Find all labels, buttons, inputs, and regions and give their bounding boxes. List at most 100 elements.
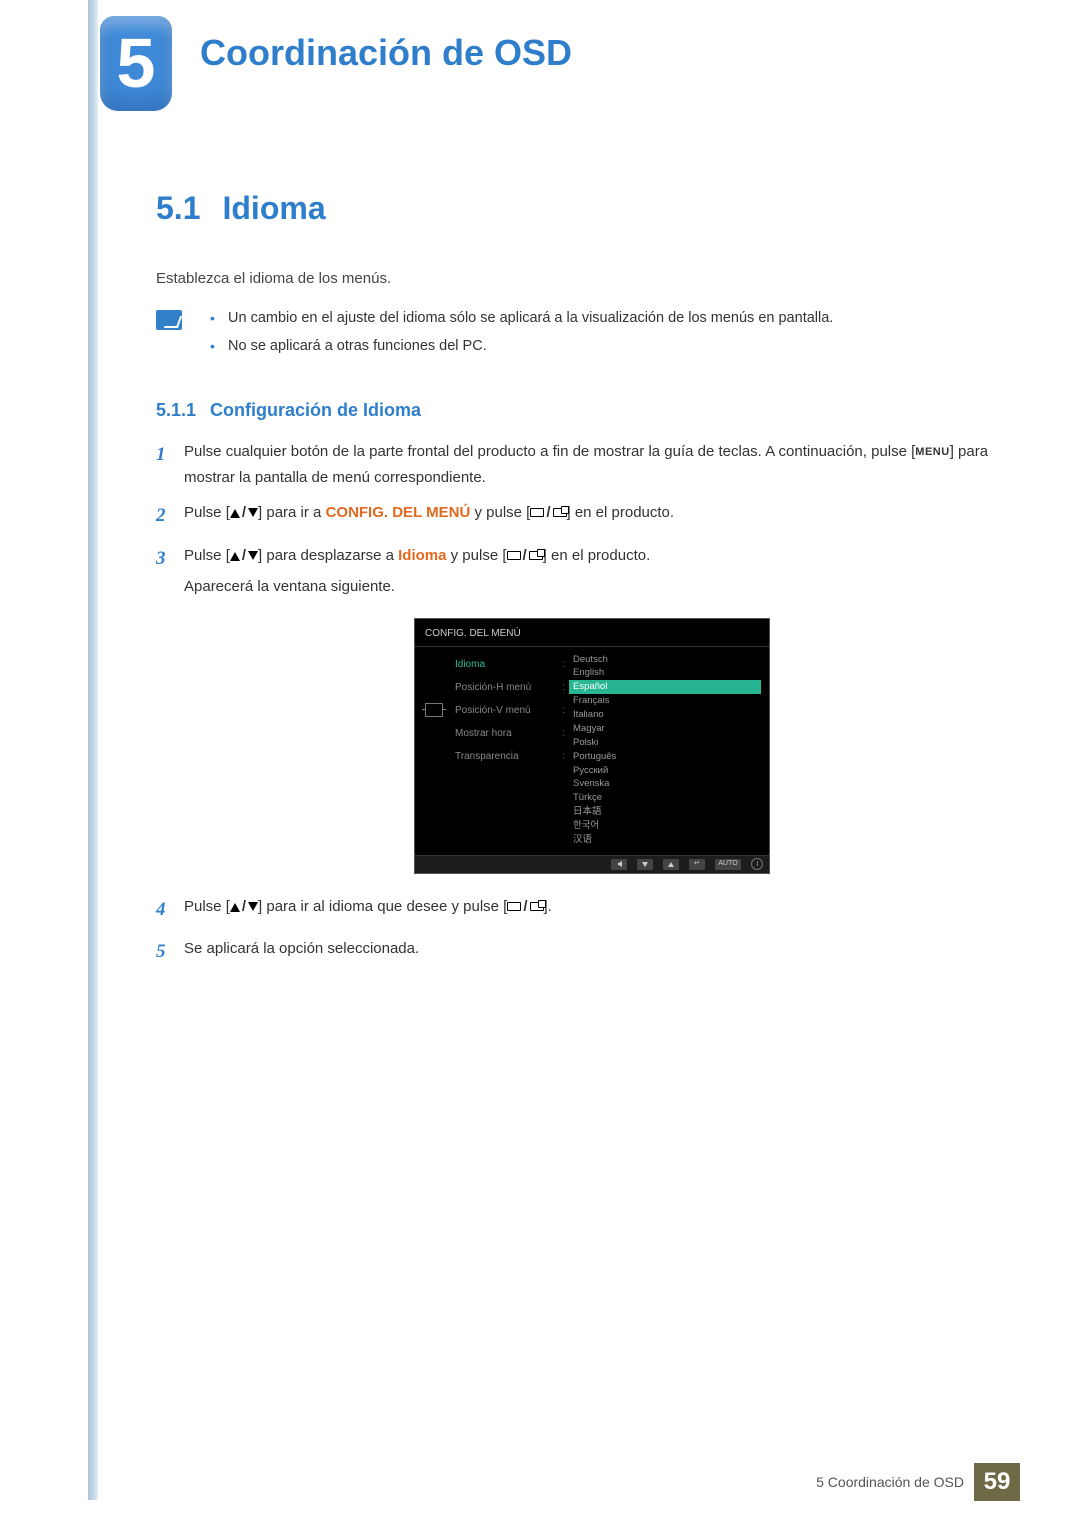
section-number: 5.1 [156,190,200,226]
osd-language-option: Deutsch [569,653,761,667]
note-icon [156,310,182,330]
highlight: CONFIG. DEL MENÚ [326,504,471,521]
step-3: 3 Pulse [/] para desplazarse a Idioma y … [156,543,1000,884]
page-footer: 5 Coordinación de OSD 59 [816,1463,1020,1501]
osd-power-button [751,858,763,870]
osd-title: CONFIG. DEL MENÚ [415,619,769,647]
step-number: 2 [156,500,184,532]
subsection-number: 5.1.1 [156,400,196,420]
step-body: Se aplicará la opción seleccionada. [184,936,1000,968]
page-number: 59 [974,1463,1020,1501]
step-body: Pulse [ / ] para ir al idioma que desee y … [184,894,1000,926]
rect-enter-icon [530,902,544,911]
slash: / [546,504,550,521]
osd-language-list: DeutschEnglishEspañolFrançaisItalianoMag… [565,653,761,847]
rect-enter-icon [529,551,543,560]
step-body: Pulse cualquier botón de la parte fronta… [184,439,1000,490]
page-content: 5 Coordinación de OSD 5.1 Idioma Establez… [100,0,1000,978]
osd-down-button [637,859,653,870]
osd-language-option: Svenska [569,777,761,791]
text: Pulse [ [184,898,230,915]
text: ] para ir al idioma que desee y pulse [ [258,898,507,915]
osd-button-bar: AUTO [415,855,769,873]
osd-language-option: 日本語 [569,805,761,819]
triangle-down-icon [248,902,258,911]
triangle-down-icon [248,508,258,517]
osd-language-option: 한국어 [569,819,761,833]
step-body: Pulse [ / ] para ir a CONFIG. DEL MENÚ y p… [184,500,1000,532]
section-title: 5.1 Idioma [156,190,1000,227]
osd-menu-list: Idioma:Posición-H menú:Posición-V menú:M… [445,653,565,847]
chapter-header: 5 Coordinación de OSD [100,0,1000,110]
osd-menu-item: Posición-V menú: [455,699,565,722]
triangle-up-icon [230,552,240,561]
triangle-up-icon [230,903,240,912]
osd-preview: CONFIG. DEL MENÚ Idioma:Posición-H menú:… [414,618,770,874]
text: y pulse [ [446,547,506,564]
step-number: 1 [156,439,184,490]
osd-menu-item: Idioma: [455,653,565,676]
osd-body: Idioma:Posición-H menú:Posición-V menú:M… [415,647,769,855]
chapter-title: Coordinación de OSD [200,32,572,74]
osd-language-option: Português [569,750,761,764]
text: Pulse [ [184,504,230,521]
slash: / [242,547,246,564]
rect-icon [507,551,521,560]
triangle-up-icon [230,509,240,518]
osd-language-option: English [569,666,761,680]
text: Aparecerá la ventana siguiente. [184,574,1000,600]
text: Pulse cualquier botón de la parte fronta… [184,443,915,460]
osd-language-option: 汉语 [569,833,761,847]
osd-language-option: Italiano [569,708,761,722]
section-name: Idioma [222,190,325,226]
osd-language-option: Polski [569,736,761,750]
note-item: No se aplicará a otras funciones del PC. [210,338,833,354]
slash: / [242,898,246,915]
subsection-name: Configuración de Idioma [210,400,421,420]
step-number: 5 [156,936,184,968]
left-accent-stripe [88,0,98,1500]
osd-language-option: Русский [569,764,761,778]
text: ] para desplazarse a [258,547,398,564]
step-number: 3 [156,543,184,884]
osd-auto-button: AUTO [715,859,741,870]
rect-icon [530,508,544,517]
slash: / [523,898,527,915]
menu-key-label: MENU [915,446,949,458]
osd-language-option: Türkçe [569,791,761,805]
rect-enter-icon [553,508,567,517]
step-2: 2 Pulse [ / ] para ir a CONFIG. DEL MENÚ y… [156,500,1000,532]
note-list: Un cambio en el ajuste del idioma sólo s… [210,310,833,366]
step-4: 4 Pulse [ / ] para ir al idioma que desee … [156,894,1000,926]
step-1: 1 Pulse cualquier botón de la parte fron… [156,439,1000,490]
note-item: Un cambio en el ajuste del idioma sólo s… [210,310,833,326]
osd-menu-item: Mostrar hora: [455,722,565,745]
section-intro: Establezca el idioma de los menús. [156,267,1000,290]
slash: / [242,504,246,521]
text: y pulse [ [470,504,530,521]
footer-text: 5 Coordinación de OSD [816,1474,964,1490]
triangle-down-icon [248,551,258,560]
section: 5.1 Idioma Establezca el idioma de los me… [156,190,1000,968]
text: ] en el producto. [567,504,675,521]
chapter-number-badge: 5 [100,16,172,111]
slash: / [523,547,527,564]
note-block: Un cambio en el ajuste del idioma sólo s… [156,310,1000,366]
osd-menu-item: Transparencia: [455,745,565,768]
osd-menu-item: Posición-H menú: [455,676,565,699]
osd-language-option: Español [569,680,761,694]
steps: 1 Pulse cualquier botón de la parte fron… [156,439,1000,968]
osd-language-option: Magyar [569,722,761,736]
osd-back-button [611,859,627,870]
step-body: Pulse [/] para desplazarse a Idioma y pu… [184,543,1000,884]
rect-icon [507,902,521,911]
osd-language-option: Français [569,694,761,708]
text: ] en el producto. [543,547,651,564]
text: ] para ir a [258,504,326,521]
osd-up-button [663,859,679,870]
step-5: 5 Se aplicará la opción seleccionada. [156,936,1000,968]
step-number: 4 [156,894,184,926]
osd-category-icon [423,653,445,847]
subsection-title: 5.1.1 Configuración de Idioma [156,400,1000,421]
text: Pulse [ [184,547,230,564]
